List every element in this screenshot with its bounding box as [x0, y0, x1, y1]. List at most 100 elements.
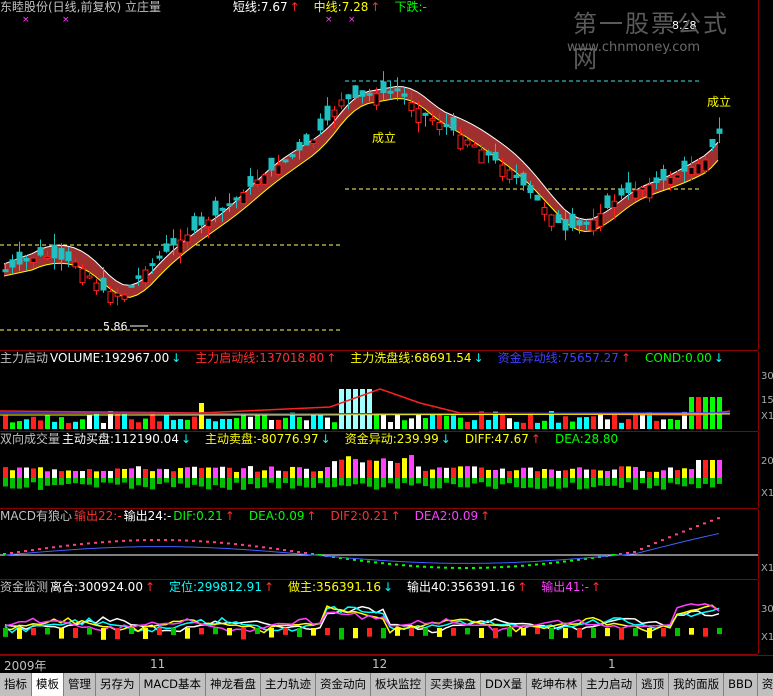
tab-2[interactable]: 管理: [64, 673, 96, 696]
macd-dot: [430, 566, 433, 569]
tab-9[interactable]: 买卖操盘: [426, 673, 481, 696]
sell-bar: [290, 478, 295, 489]
legend-item: COND:0.00: [645, 351, 712, 365]
candle-body: [233, 197, 240, 201]
volume-bar: [633, 413, 638, 429]
tab-8[interactable]: 板块监控: [371, 673, 426, 696]
tab-13[interactable]: 逃顶: [637, 673, 670, 696]
macd-dot: [206, 540, 209, 543]
legend-item: 双向成交量: [0, 432, 61, 446]
sell-bar: [696, 478, 701, 489]
fund-bar: [367, 628, 372, 637]
fund-bar: [619, 628, 624, 640]
tab-3[interactable]: 另存为: [96, 673, 140, 696]
buy-bar: [339, 459, 344, 478]
candle-body: [37, 247, 44, 256]
buy-bar: [213, 467, 218, 478]
sell-bar: [710, 478, 715, 488]
legend-item: DEA2:0.09: [414, 509, 479, 523]
indicator-panel-two-way-volume[interactable]: 双向成交量 主动买盘:112190.04 ↓ 主动卖盘:-80776.97 ↓ 资金异动:…: [0, 432, 773, 509]
buy-bar: [451, 467, 456, 478]
tab-4[interactable]: MACD基本: [140, 673, 206, 696]
tab-6[interactable]: 主力轨迹: [261, 673, 316, 696]
signal-label: 成立: [707, 94, 731, 109]
volume-bar: [157, 421, 162, 429]
fund-bar: [59, 628, 64, 639]
buy-bar: [157, 468, 162, 478]
sell-bar: [563, 478, 568, 488]
volume-bar: [353, 389, 358, 429]
candle-body: [485, 151, 492, 156]
macd-dot: [696, 525, 699, 528]
buy-bar: [703, 460, 708, 478]
macd-dot: [213, 541, 216, 544]
volume-bar: [395, 413, 400, 429]
sell-bar: [332, 478, 337, 487]
fund-bar: [31, 628, 36, 636]
fund-bar: [437, 628, 442, 637]
fund-monitor-line: [4, 603, 720, 634]
tab-14[interactable]: 我的面版: [669, 673, 725, 696]
indicator-panel-fund-monitor[interactable]: 资金监测 离合:300924.00 ↑ 定位:299812.91 ↑ 做主:356391.…: [0, 580, 773, 655]
macd-dot: [486, 566, 489, 569]
macd-dot: [528, 564, 531, 567]
buy-bar: [52, 469, 57, 478]
candle-body: [198, 216, 205, 226]
sell-bar: [437, 478, 442, 489]
candle-body: [646, 184, 653, 199]
volume-bar: [388, 421, 393, 429]
legend-item: ↑: [390, 509, 401, 523]
volume-bar: [598, 414, 603, 429]
volume-bar: [143, 418, 148, 429]
volume-bar: [311, 414, 316, 429]
buy-bar: [437, 467, 442, 478]
tab-15[interactable]: BBD: [724, 673, 758, 696]
candle-body: [86, 275, 93, 279]
candle-body: [121, 294, 128, 300]
volume-bar: [423, 418, 428, 429]
indicator-panel-main-force[interactable]: 主力启动 VOLUME:192967.00 ↓ 主力启动线:137018.80 ↑ 主力洗…: [0, 351, 773, 432]
macd-dot: [234, 543, 237, 546]
buy-bar: [262, 470, 267, 478]
candle-body: [555, 214, 562, 223]
volume-bar: [591, 416, 596, 429]
tab-7[interactable]: 资金动向: [316, 673, 371, 696]
tab-5[interactable]: 神龙看盘: [206, 673, 261, 696]
time-label-12: 12: [372, 657, 388, 671]
legend-item: DIF2:0.21: [330, 509, 389, 523]
sell-bar: [451, 478, 456, 485]
sell-bar: [640, 478, 645, 483]
legend-item: DEA:28.80: [554, 432, 619, 446]
indicator-panel-macd[interactable]: MACD有狼心 输出22:- 输出24:- DIF:0.21 ↑ DEA:0.09 ↑ DIF…: [0, 509, 773, 580]
macd-legend: MACD有狼心 输出22:- 输出24:- DIF:0.21 ↑ DEA:0.09 ↑ DIF…: [0, 509, 504, 525]
candle-body: [394, 88, 401, 92]
candle-body: [632, 189, 639, 199]
tab-1[interactable]: 模板: [32, 673, 64, 696]
volume-bar: [192, 416, 197, 429]
sell-bar: [73, 478, 78, 484]
macd-dot: [52, 546, 55, 549]
volume-bar: [101, 422, 106, 429]
bottom-tab-bar: 指标 模板 管理 另存为 MACD基本 神龙看盘 主力轨迹 资金动向 板块监控 买卖操盘 DDX量乾…: [0, 673, 773, 696]
candle-body: [695, 163, 702, 175]
legend-item: 主动买盘:112190.04: [62, 432, 179, 446]
buy-bar: [164, 469, 169, 478]
tab-12[interactable]: 主力启动: [582, 673, 638, 696]
sell-bar: [493, 478, 498, 489]
legend-item: ↓: [440, 432, 451, 446]
fund-bar: [269, 628, 274, 638]
volume-bar: [255, 414, 260, 429]
legend-item: ↑: [480, 509, 491, 523]
candle-body: [226, 203, 233, 207]
volume-bar: [171, 420, 176, 429]
tab-11[interactable]: 乾坤布林: [527, 673, 583, 696]
buy-bar: [31, 468, 36, 478]
tab-16[interactable]: 资金监: [758, 673, 773, 696]
legend-item: 下跌:-: [394, 0, 427, 14]
tab-10[interactable]: DDX量: [481, 673, 528, 696]
macd-dot: [423, 565, 426, 568]
candle-body: [702, 159, 709, 172]
tab-0[interactable]: 指标: [0, 673, 32, 696]
buy-bar: [388, 460, 393, 478]
fund-bar: [493, 628, 498, 639]
